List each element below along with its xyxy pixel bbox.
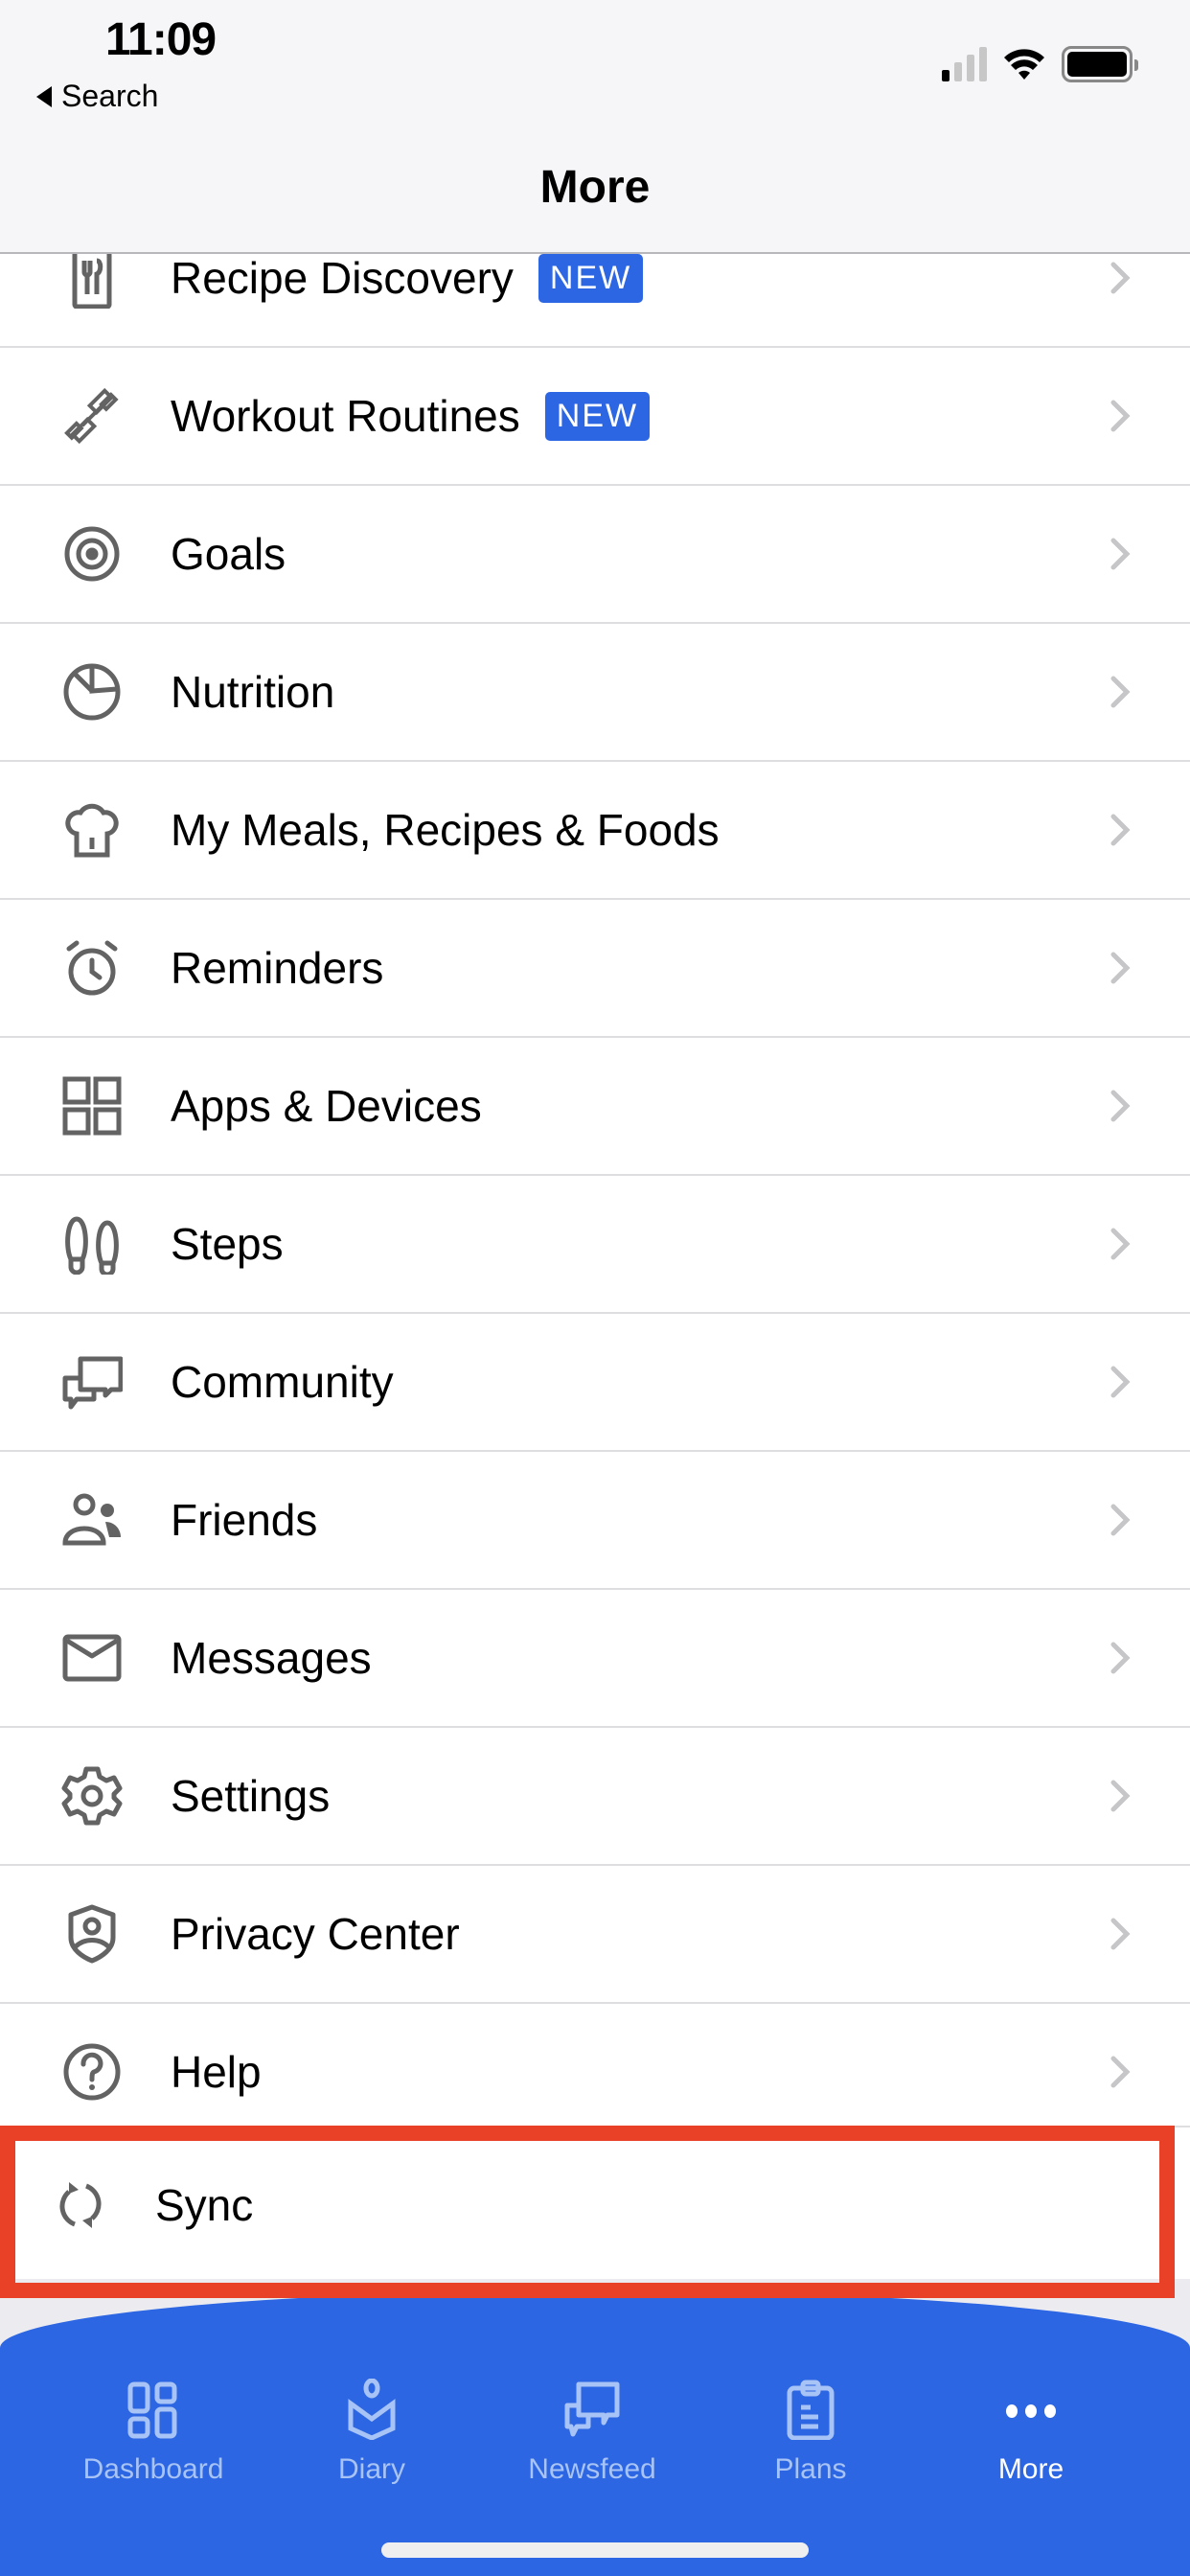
- target-icon: [57, 519, 126, 588]
- chevron-right-icon: [1110, 1642, 1131, 1674]
- menu-item-label: Sync: [155, 2180, 254, 2230]
- menu-item-label: Steps: [171, 1219, 284, 1269]
- chevron-right-icon: [1110, 1366, 1131, 1398]
- menu-item-label: Messages: [171, 1633, 372, 1683]
- cellular-signal-icon: [942, 47, 987, 81]
- alarm-clock-icon: [57, 933, 126, 1002]
- chevron-right-icon: [1110, 2056, 1131, 2088]
- menu-item-steps[interactable]: Steps: [0, 1176, 1190, 1314]
- chat-bubbles-icon: [57, 1347, 126, 1416]
- menu-item-label: Recipe Discovery: [171, 253, 514, 303]
- shield-user-icon: [57, 1899, 126, 1968]
- tab-dashboard[interactable]: Dashboard: [48, 2379, 259, 2486]
- chevron-right-icon: [1110, 400, 1131, 432]
- menu-item-messages[interactable]: Messages: [0, 1590, 1190, 1728]
- menu-item-label: Nutrition: [171, 667, 335, 717]
- back-label: Search: [61, 79, 159, 113]
- menu-item-label: Friends: [171, 1495, 318, 1545]
- menu-item-label: Goals: [171, 529, 286, 579]
- menu-item-my-meals[interactable]: My Meals, Recipes & Foods: [0, 762, 1190, 900]
- menu-item-label: Community: [171, 1357, 394, 1407]
- nav-header: 11:09 Search More: [0, 0, 1190, 254]
- tab-label: Diary: [337, 2453, 405, 2485]
- new-badge: NEW: [544, 391, 651, 441]
- chef-hat-icon: [57, 795, 126, 864]
- menu-item-goals[interactable]: Goals: [0, 486, 1190, 624]
- home-indicator[interactable]: [381, 2542, 809, 2558]
- menu-item-label: Privacy Center: [171, 1909, 460, 1959]
- chevron-right-icon: [1110, 814, 1131, 846]
- newsfeed-icon: [564, 2381, 620, 2437]
- chevron-right-icon: [1110, 1780, 1131, 1812]
- menu-item-label: Apps & Devices: [171, 1081, 482, 1131]
- diary-icon: [348, 2379, 396, 2440]
- question-circle-icon: [57, 2037, 126, 2106]
- tab-more[interactable]: More: [926, 2379, 1136, 2486]
- battery-icon: [1062, 46, 1138, 82]
- footprints-icon: [57, 1209, 126, 1278]
- chevron-right-icon: [1110, 538, 1131, 570]
- page-title: More: [539, 162, 651, 213]
- pie-chart-icon: [57, 657, 126, 726]
- back-arrow-icon: [36, 85, 52, 107]
- tab-newsfeed[interactable]: Newsfeed: [487, 2379, 698, 2486]
- chevron-right-icon: [1110, 1918, 1131, 1950]
- envelope-icon: [57, 1623, 126, 1692]
- grid-icon: [57, 1071, 126, 1140]
- tab-label: Plans: [774, 2453, 847, 2485]
- menu-item-label: My Meals, Recipes & Foods: [171, 805, 720, 855]
- chevron-right-icon: [1110, 952, 1131, 984]
- clipboard-icon: [787, 2380, 835, 2440]
- tab-label: More: [997, 2453, 1064, 2485]
- tab-plans[interactable]: Plans: [705, 2379, 916, 2486]
- chevron-right-icon: [1110, 1090, 1131, 1122]
- chevron-right-icon: [1110, 262, 1131, 294]
- menu-item-friends[interactable]: Friends: [0, 1452, 1190, 1590]
- dumbbell-icon: [57, 381, 126, 450]
- status-time: 11:09: [105, 14, 217, 65]
- more-menu-list: Recipe Discovery NEW Workout Routines NEW …: [0, 210, 1190, 2142]
- sync-icon: [46, 2171, 115, 2240]
- menu-item-community[interactable]: Community: [0, 1314, 1190, 1452]
- back-to-search-link[interactable]: Search: [36, 79, 158, 114]
- tab-diary[interactable]: Diary: [266, 2379, 477, 2486]
- menu-item-label: Reminders: [171, 943, 384, 993]
- more-dots-icon: [1006, 2404, 1056, 2418]
- gear-icon: [57, 1761, 126, 1830]
- menu-item-settings[interactable]: Settings: [0, 1728, 1190, 1866]
- friends-icon: [57, 1485, 126, 1554]
- menu-item-help[interactable]: Help: [0, 2004, 1190, 2142]
- dashboard-icon: [127, 2381, 177, 2439]
- tab-label: Newsfeed: [528, 2453, 656, 2485]
- menu-item-apps-devices[interactable]: Apps & Devices: [0, 1038, 1190, 1176]
- new-badge: NEW: [538, 253, 644, 303]
- chevron-right-icon: [1110, 676, 1131, 708]
- chevron-right-icon: [1110, 1504, 1131, 1536]
- bottom-tab-bar: Dashboard Diary Newsfeed Plans More: [0, 2290, 1190, 2576]
- menu-item-label: Workout Routines: [171, 391, 520, 441]
- status-icons: [942, 46, 1138, 82]
- menu-item-privacy-center[interactable]: Privacy Center: [0, 1866, 1190, 2004]
- menu-item-nutrition[interactable]: Nutrition: [0, 624, 1190, 762]
- chevron-right-icon: [1110, 1228, 1131, 1260]
- tab-label: Dashboard: [82, 2453, 224, 2485]
- menu-item-sync[interactable]: Sync: [0, 2126, 1190, 2281]
- menu-item-label: Settings: [171, 1771, 331, 1821]
- menu-item-workout-routines[interactable]: Workout Routines NEW: [0, 348, 1190, 486]
- menu-item-reminders[interactable]: Reminders: [0, 900, 1190, 1038]
- wifi-icon: [1004, 49, 1044, 80]
- menu-item-label: Help: [171, 2047, 262, 2097]
